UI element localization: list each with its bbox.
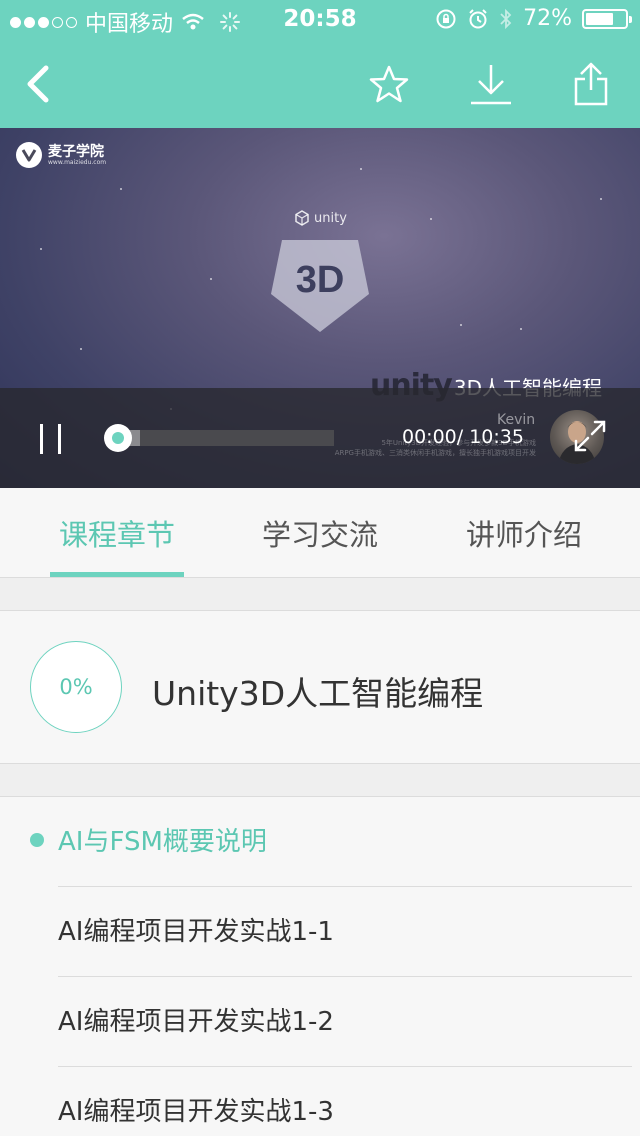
duration: / 10:35 — [456, 426, 524, 448]
bluetooth-icon — [500, 8, 512, 29]
unity-logo: unity — [294, 210, 347, 226]
unity-logo-text: unity — [314, 210, 347, 226]
3d-badge-text: 3D — [296, 259, 345, 301]
download-icon — [471, 65, 511, 105]
timecode: 00:00/ 10:35 — [402, 426, 524, 448]
chapter-item[interactable]: AI编程项目开发实战1-1 — [0, 887, 640, 977]
tab-chapters[interactable]: 课程章节 — [30, 488, 204, 578]
alarm-icon — [469, 8, 487, 28]
brand-name: 麦子学院 — [48, 143, 104, 160]
video-controls: Kevin 5年Unity3D开发经验，参与开发多款3D手机游戏 ARPG手机游… — [0, 388, 640, 488]
back-button[interactable] — [4, 40, 74, 128]
3d-badge: 3D — [270, 238, 370, 338]
seek-handle[interactable] — [104, 424, 132, 452]
video-player[interactable]: 麦子学院 www.maiziedu.com unity 3D unity 3D人… — [0, 128, 640, 488]
course-tabs: 课程章节 学习交流 讲师介绍 — [0, 488, 640, 578]
brand-url: www.maiziedu.com — [48, 158, 107, 166]
chapter-list: AI与FSM概要说明 AI编程项目开发实战1-1 AI编程项目开发实战1-2 A… — [0, 796, 640, 1136]
chapter-label: AI与FSM概要说明 — [58, 827, 267, 857]
seek-bar[interactable] — [118, 430, 334, 446]
status-bar: 中国移动 20:58 72% — [0, 0, 640, 40]
chapter-item[interactable]: AI编程项目开发实战1-3 — [0, 1067, 640, 1136]
brand-logo: 麦子学院 www.maiziedu.com — [16, 142, 106, 168]
current-time: 00:00 — [402, 426, 457, 448]
caption-line-2: ARPG手机游戏、三消类休闲手机游戏，擅长独手机游戏项目开发 — [334, 449, 536, 457]
fullscreen-button[interactable] — [572, 418, 608, 454]
unity-cube-icon — [295, 210, 309, 226]
chapter-label: AI编程项目开发实战1-2 — [58, 1007, 334, 1037]
pause-button[interactable] — [38, 424, 62, 454]
maizi-logo-icon — [21, 149, 37, 162]
chevron-left-icon — [27, 65, 49, 103]
section-divider — [0, 764, 640, 796]
tab-instructor[interactable]: 讲师介绍 — [440, 488, 608, 578]
chapter-item[interactable]: AI编程项目开发实战1-2 — [0, 977, 640, 1067]
chapter-label: AI编程项目开发实战1-1 — [58, 917, 334, 947]
download-button[interactable] — [456, 40, 526, 128]
star-icon — [369, 65, 409, 103]
share-button[interactable] — [556, 40, 626, 128]
current-chapter-dot — [30, 833, 44, 847]
section-divider — [0, 578, 640, 610]
rotation-lock-icon — [436, 9, 456, 28]
favorite-button[interactable] — [354, 40, 424, 128]
tab-discussion[interactable]: 学习交流 — [235, 488, 405, 578]
expand-icon — [574, 420, 606, 452]
share-icon — [574, 62, 608, 106]
chapter-label: AI编程项目开发实战1-3 — [58, 1097, 334, 1127]
course-title: Unity3D人工智能编程 — [152, 674, 484, 713]
battery-percent: 72% — [523, 6, 572, 31]
chapter-item[interactable]: AI与FSM概要说明 — [0, 797, 640, 887]
battery-icon — [582, 8, 632, 29]
course-progress-ring: 0% — [30, 641, 122, 733]
course-header: 0% Unity3D人工智能编程 — [0, 610, 640, 764]
course-progress-label: 0% — [59, 675, 93, 699]
nav-bar — [0, 40, 640, 128]
active-tab-indicator — [50, 572, 184, 577]
